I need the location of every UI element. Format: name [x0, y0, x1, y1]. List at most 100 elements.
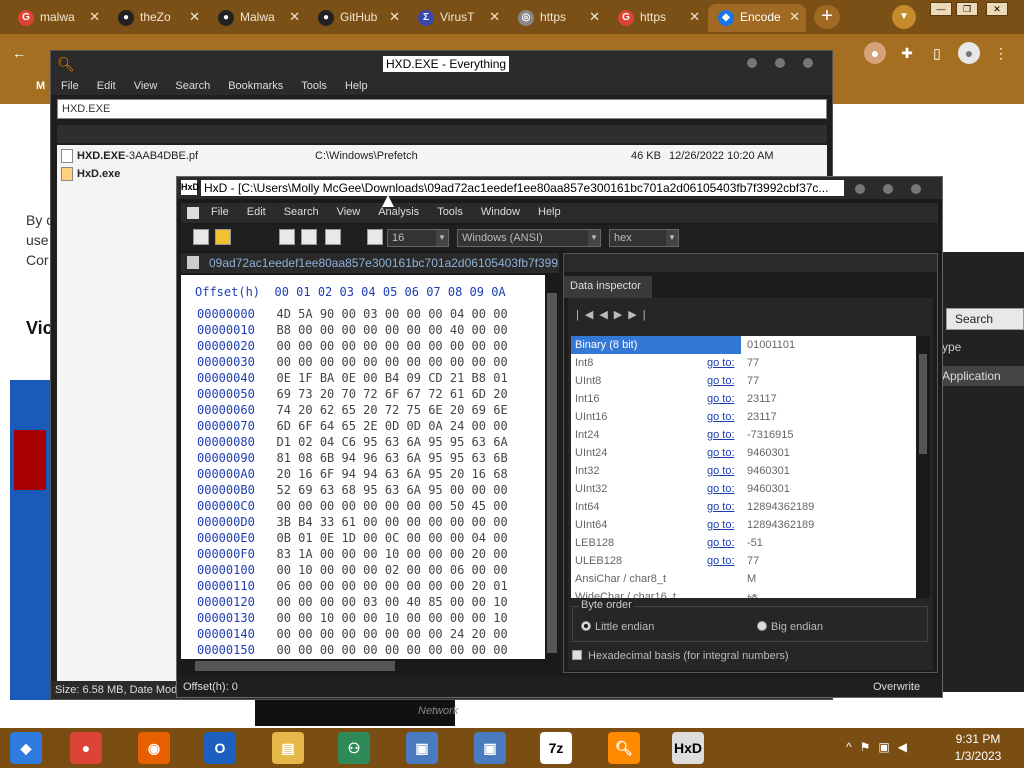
table-row[interactable]: AnsiChar / char8_t M: [571, 570, 916, 588]
profile-avatar-icon[interactable]: ●: [864, 42, 886, 64]
clock-date[interactable]: 1/3/2023: [946, 749, 1010, 763]
browser-tab[interactable]: ● theZo ✕: [108, 4, 206, 32]
menu-view[interactable]: View: [327, 203, 369, 218]
hex-bytes[interactable]: D1 02 04 C6 95 63 6A 95 95 63 6A: [276, 435, 507, 449]
hex-bytes[interactable]: 69 73 20 70 72 6F 67 72 61 6D 20: [276, 387, 507, 401]
hex-bytes[interactable]: 3B B4 33 61 00 00 00 00 00 00 00: [276, 515, 507, 529]
hex-bytes[interactable]: 00 10 00 00 00 02 00 00 06 00 00: [276, 563, 507, 577]
goto-link[interactable]: go to:: [707, 483, 735, 495]
goto-link[interactable]: go to:: [707, 393, 735, 405]
minimize-button[interactable]: [747, 58, 757, 68]
hex-bytes[interactable]: 0B 01 0E 1D 00 0C 00 00 00 04 00: [276, 531, 507, 545]
hex-row[interactable]: 00000110 06 00 00 00 00 00 00 00 00 20 0…: [197, 579, 508, 595]
goto-link[interactable]: go to:: [707, 447, 735, 459]
datatype-value[interactable]: 9460301: [747, 465, 790, 477]
table-row[interactable]: WideChar / char16_t 婍: [571, 588, 916, 598]
goto-link[interactable]: go to:: [707, 555, 735, 567]
table-row[interactable]: Int32 go to: 9460301: [571, 462, 916, 480]
hxd-title-bar[interactable]: HxD HxD - [C:\Users\Molly McGee\Download…: [177, 177, 942, 199]
table-row[interactable]: UInt16 go to: 23117: [571, 408, 916, 426]
little-endian-radio[interactable]: Little endian: [581, 621, 654, 633]
network-icon[interactable]: ⚇: [338, 732, 370, 764]
search-input[interactable]: HXD.EXE: [57, 99, 827, 119]
table-row[interactable]: UInt8 go to: 77: [571, 372, 916, 390]
menu-help[interactable]: Help: [528, 203, 569, 218]
chrome-apps-icon[interactable]: ◆: [10, 732, 42, 764]
datatype-value[interactable]: -7316915: [747, 429, 794, 441]
hex-bytes[interactable]: 00 00 00 00 00 00 00 00 00 00 00: [276, 355, 507, 369]
datatype-value[interactable]: -51: [747, 537, 763, 549]
hxd-icon[interactable]: HxD: [672, 732, 704, 764]
close-tab-icon[interactable]: ✕: [589, 9, 600, 25]
hex-row[interactable]: 00000130 00 00 10 00 00 10 00 00 00 00 1…: [197, 611, 508, 627]
menu-file[interactable]: File: [51, 77, 87, 92]
everything-icon[interactable]: 🔍︎: [608, 732, 640, 764]
hex-row[interactable]: 00000010 B8 00 00 00 00 00 00 00 40 00 0…: [197, 323, 508, 339]
close-button[interactable]: [911, 184, 921, 194]
table-row[interactable]: LEB128 go to: -51: [571, 534, 916, 552]
7zip-icon[interactable]: 7z: [540, 732, 572, 764]
browser-tab[interactable]: Gmalwa ✕: [8, 4, 106, 32]
list-item[interactable]: HXD.EXE-3AAB4DBE.pf C:\Windows\Prefetch …: [57, 147, 827, 165]
hex-bytes[interactable]: 83 1A 00 00 00 10 00 00 00 20 00: [276, 547, 507, 561]
offset-base-select[interactable]: hex ▼: [609, 229, 679, 247]
hex-row[interactable]: 00000060 74 20 62 65 20 72 75 6E 20 69 6…: [197, 403, 508, 419]
firefox-icon[interactable]: ◉: [138, 732, 170, 764]
datatype-value[interactable]: 01001101: [747, 339, 795, 351]
goto-link[interactable]: go to:: [707, 519, 735, 531]
hex-row[interactable]: 00000140 00 00 00 00 00 00 00 00 24 20 0…: [197, 627, 508, 643]
save-icon[interactable]: [279, 229, 295, 245]
hex-row[interactable]: 00000040 0E 1F BA 0E 00 B4 09 CD 21 B8 0…: [197, 371, 508, 387]
close-button[interactable]: ✕: [986, 2, 1008, 16]
close-tab-icon[interactable]: ✕: [389, 9, 400, 25]
goto-link[interactable]: go to:: [707, 429, 735, 441]
menu-analysis[interactable]: Analysis: [368, 203, 427, 218]
hex-bytes[interactable]: 06 00 00 00 00 00 00 00 00 20 01: [276, 579, 507, 593]
restore-button[interactable]: ❐: [956, 2, 978, 16]
close-tab-icon[interactable]: ✕: [189, 9, 200, 25]
hex-bytes[interactable]: 00 00 00 00 00 00 00 00 00 00 00: [276, 643, 507, 657]
datatype-value[interactable]: M: [747, 573, 756, 585]
installer2-icon[interactable]: ▣: [474, 732, 506, 764]
table-row[interactable]: Binary (8 bit) 01001101: [571, 336, 916, 354]
account-icon[interactable]: ●: [958, 42, 980, 64]
datatype-value[interactable]: 77: [747, 357, 759, 369]
bookmark-item[interactable]: M: [36, 80, 45, 92]
new-tab-button[interactable]: +: [814, 5, 840, 29]
menu-edit[interactable]: Edit: [87, 77, 124, 92]
table-row[interactable]: UInt24 go to: 9460301: [571, 444, 916, 462]
goto-link[interactable]: go to:: [707, 501, 735, 513]
hex-row[interactable]: 00000050 69 73 20 70 72 6F 67 72 61 6D 2…: [197, 387, 508, 403]
datatype-value[interactable]: 9460301: [747, 483, 790, 495]
datatype-value[interactable]: 12894362189: [747, 501, 814, 513]
save-all-icon[interactable]: [301, 229, 317, 245]
hex-row[interactable]: 000000E0 0B 01 0E 1D 00 0C 00 00 00 04 0…: [197, 531, 508, 547]
chevron-down-icon[interactable]: ▼: [892, 5, 916, 29]
close-tab-icon[interactable]: ✕: [89, 9, 100, 25]
hex-row[interactable]: 00000100 00 10 00 00 00 02 00 00 06 00 0…: [197, 563, 508, 579]
file-tab[interactable]: 09ad72ac1eedef1ee80aa857e300161bc701a2d0…: [181, 253, 559, 273]
goto-link[interactable]: go to:: [707, 357, 735, 369]
chrome-icon[interactable]: ●: [70, 732, 102, 764]
menu-tools[interactable]: Tools: [427, 203, 471, 218]
vertical-scrollbar[interactable]: [545, 275, 559, 673]
everything-title-bar[interactable]: 🔍︎ HXD.EXE - Everything: [51, 51, 832, 77]
goto-link[interactable]: go to:: [707, 375, 735, 387]
opera-icon[interactable]: O: [204, 732, 236, 764]
hex-row[interactable]: 000000F0 83 1A 00 00 00 10 00 00 00 20 0…: [197, 547, 508, 563]
table-row[interactable]: Int16 go to: 23117: [571, 390, 916, 408]
browser-tab[interactable]: ◆ Encode ✕: [708, 4, 806, 32]
hex-row[interactable]: 00000080 D1 02 04 C6 95 63 6A 95 95 63 6…: [197, 435, 508, 451]
hex-bytes[interactable]: B8 00 00 00 00 00 00 00 40 00 00: [276, 323, 507, 337]
horizontal-scrollbar[interactable]: [181, 659, 545, 673]
maximize-button[interactable]: [775, 58, 785, 68]
table-row[interactable]: ULEB128 go to: 77: [571, 552, 916, 570]
hex-editor-pane[interactable]: Offset(h) 00 01 02 03 04 05 06 07 08 09 …: [181, 275, 559, 673]
hex-row[interactable]: 00000030 00 00 00 00 00 00 00 00 00 00 0…: [197, 355, 508, 371]
hex-bytes[interactable]: 00 00 00 00 00 00 00 00 00 00 00: [276, 339, 507, 353]
browser-tab[interactable]: ● Malwa ✕: [208, 4, 306, 32]
goto-link[interactable]: go to:: [707, 537, 735, 549]
close-tab-icon[interactable]: ✕: [289, 9, 300, 25]
datatype-value[interactable]: 77: [747, 555, 759, 567]
browser-tab[interactable]: Σ VirusT ✕: [408, 4, 506, 32]
